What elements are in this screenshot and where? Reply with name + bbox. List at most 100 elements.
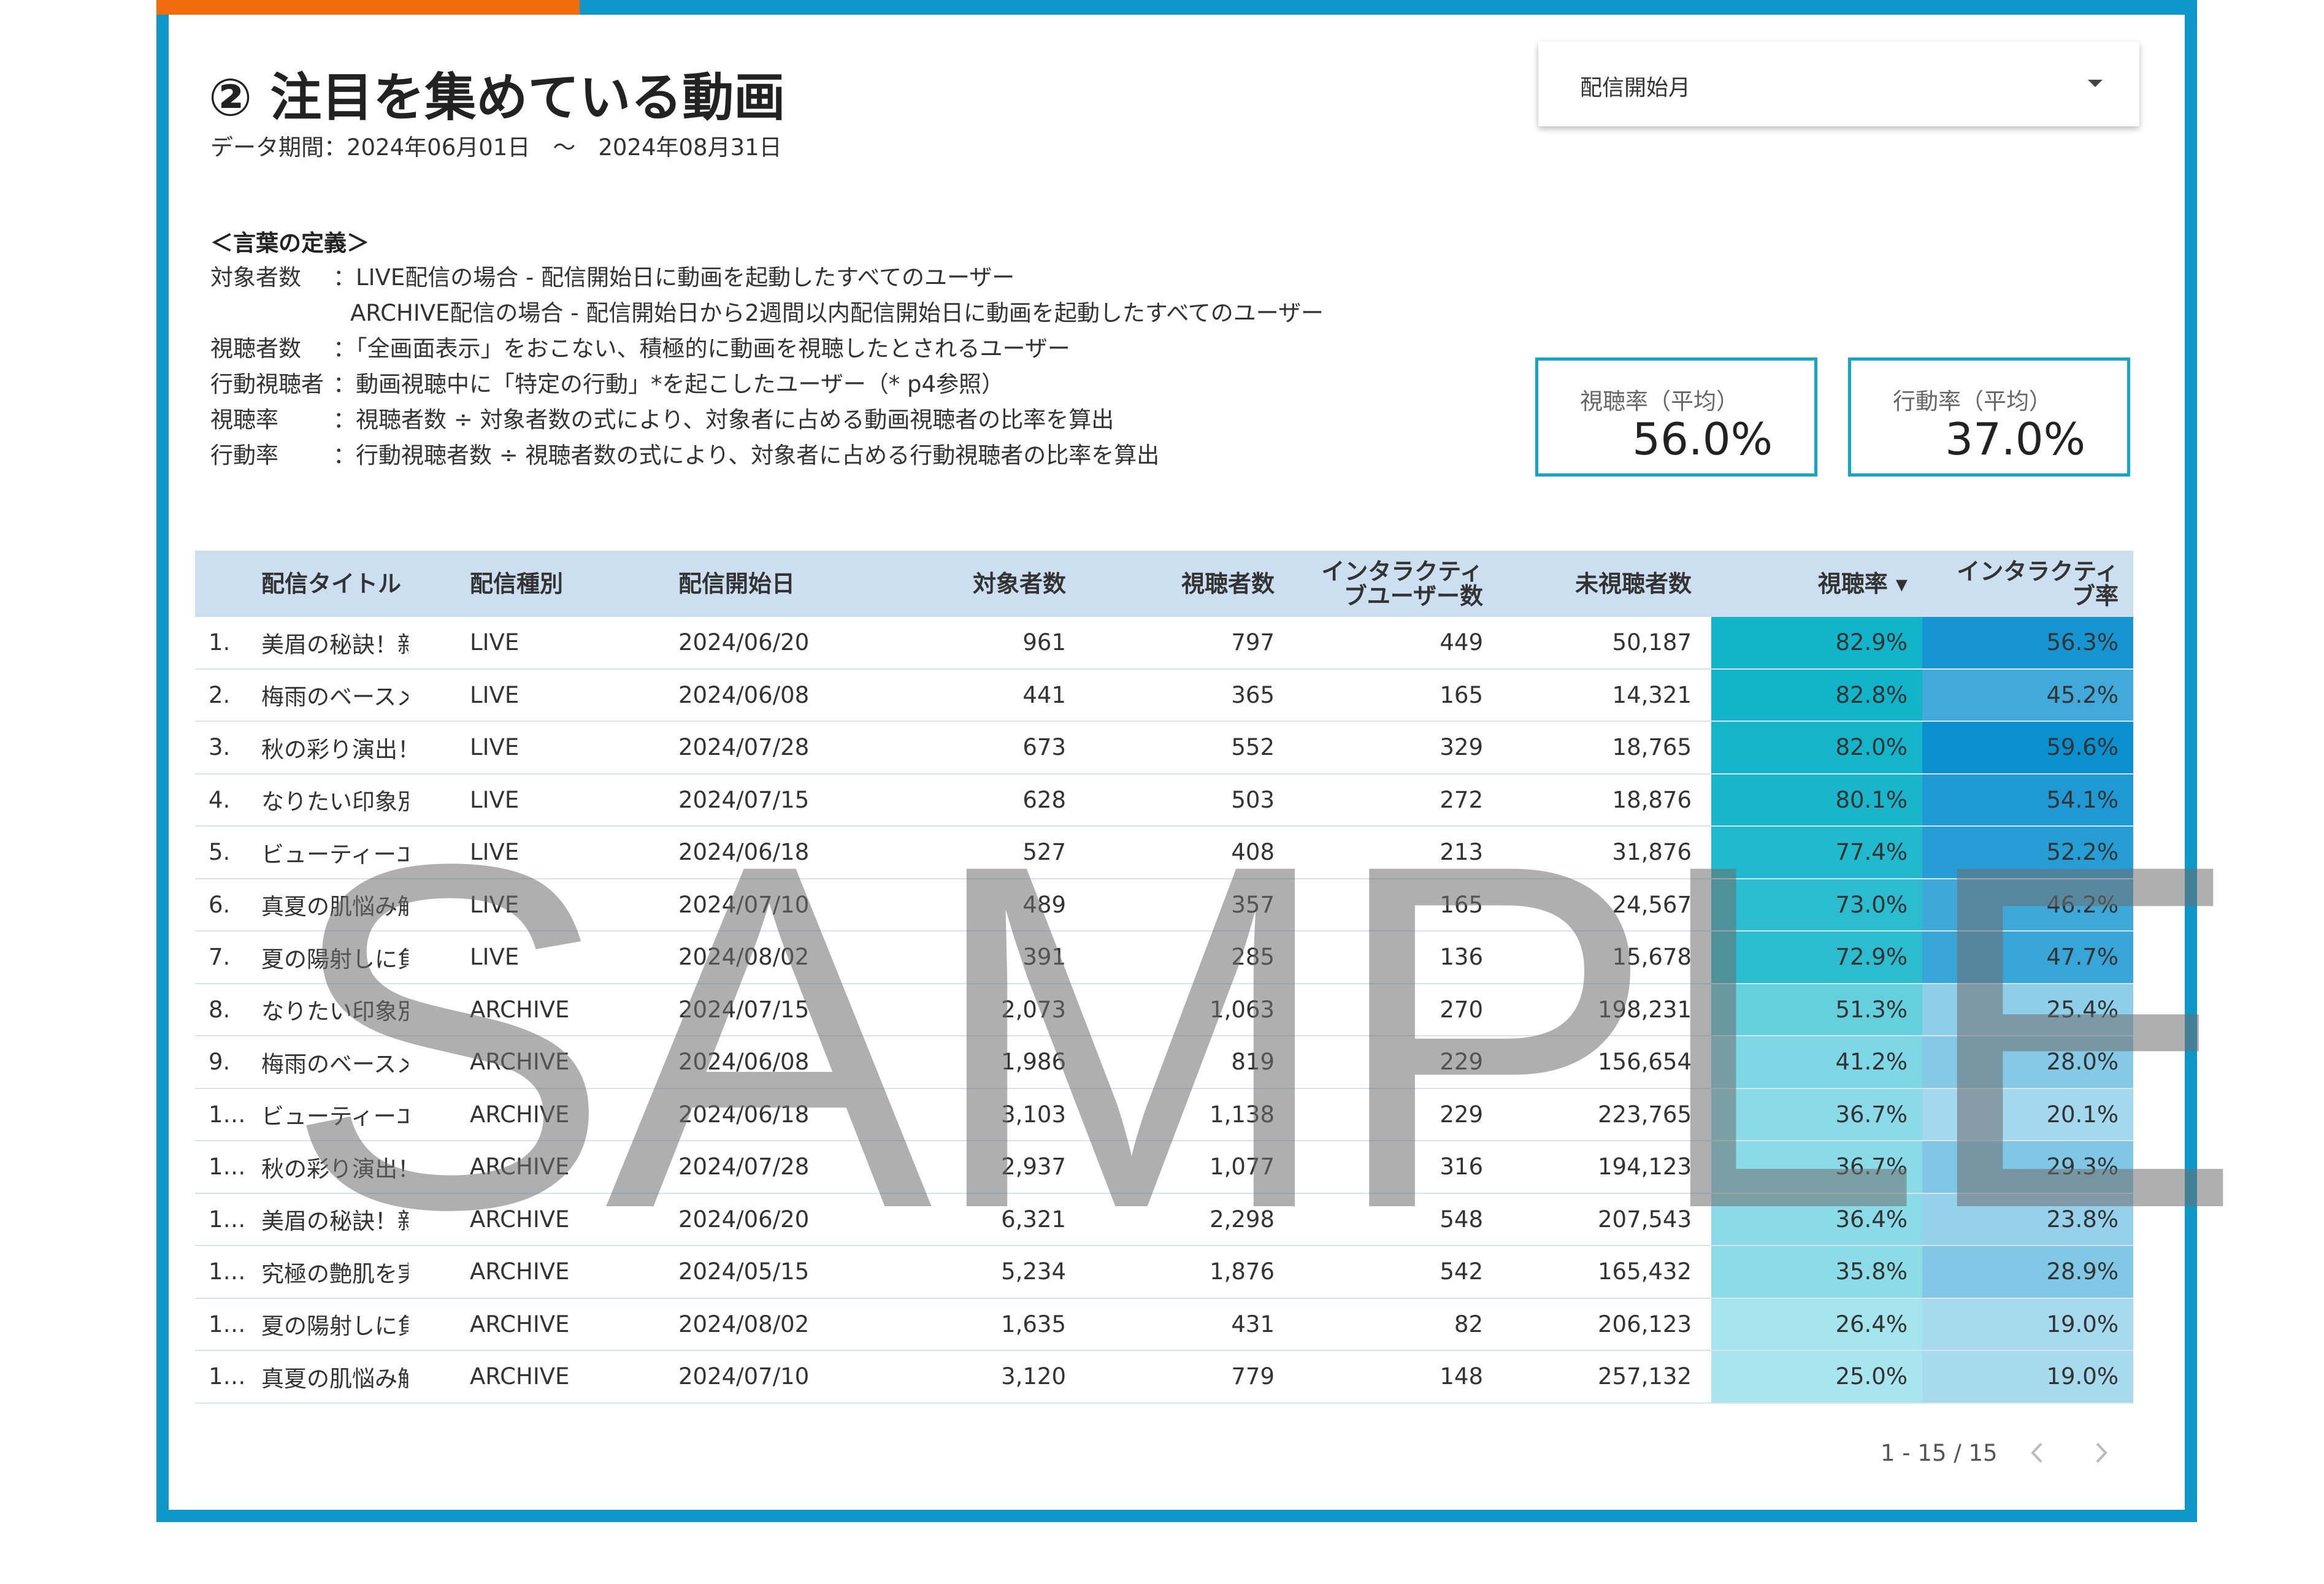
cell-type: ARCHIVE <box>470 1310 570 1337</box>
cell-interactive: 229 <box>1440 1049 1483 1076</box>
cell-title: ビューティーエ… <box>261 1103 408 1130</box>
row-index: 6. <box>209 891 231 918</box>
table-row[interactable]: 4. なりたい印象別… LIVE 2024/07/15 628 503 272 18,876 8… <box>195 774 2133 827</box>
chevron-right-icon <box>2096 1442 2107 1463</box>
row-index: 8. <box>209 996 231 1023</box>
cell-date: 2024/08/02 <box>678 1310 810 1337</box>
header-col-interactive[interactable]: インタラクティ ブユーザー数 <box>1281 551 1483 617</box>
table-row[interactable]: 8. なりたい印象別… ARCHIVE 2024/07/15 2,073 1,063 270… <box>195 984 2133 1036</box>
kpi-label: 行動率（平均） <box>1893 388 2052 415</box>
cell-interactive: 148 <box>1440 1363 1483 1390</box>
accent-bar <box>156 0 580 15</box>
cell-title: 真夏の肌悩み解… <box>261 1365 408 1392</box>
header-col-viewers[interactable]: 視聴者数 <box>1072 551 1275 617</box>
kpi-label: 視聴率（平均） <box>1580 388 1739 415</box>
header-col-unviewed[interactable]: 未視聴者数 <box>1489 551 1692 617</box>
cell-date: 2024/07/10 <box>678 1363 810 1390</box>
table-row[interactable]: 1… 夏の陽射しに負… ARCHIVE 2024/08/02 1,635 431 82 206… <box>195 1298 2133 1351</box>
table-row[interactable]: 1… 美眉の秘訣！新… ARCHIVE 2024/06/20 6,321 2,298 548… <box>195 1193 2133 1246</box>
cell-interactive: 316 <box>1440 1154 1483 1180</box>
prev-page-button[interactable] <box>2024 1437 2051 1468</box>
start-month-filter-dropdown[interactable]: 配信開始月 <box>1538 42 2139 126</box>
row-index: 1… <box>209 1154 246 1180</box>
cell-viewers: 1,063 <box>1210 996 1275 1023</box>
cell-unviewed: 50,187 <box>1612 629 1692 656</box>
cell-interactive: 329 <box>1440 734 1483 761</box>
cell-interactive-rate: 45.2% <box>1922 669 2133 721</box>
cell-viewers: 1,138 <box>1210 1101 1275 1128</box>
cell-date: 2024/07/15 <box>678 996 810 1023</box>
caret-down-icon <box>2088 80 2103 87</box>
dropdown-label: 配信開始月 <box>1580 75 1691 101</box>
cell-interactive: 136 <box>1440 944 1483 971</box>
table-row[interactable]: 6. 真夏の肌悩み解… LIVE 2024/07/10 489 357 165 24,567 7… <box>195 879 2133 932</box>
cell-title: 梅雨のベースメ… <box>261 1050 408 1077</box>
cell-interactive-rate: 28.0% <box>1922 1036 2133 1088</box>
definition-term: 対象者数 <box>210 264 301 291</box>
cell-title: 秋の彩り演出！… <box>261 1155 408 1182</box>
cell-interactive-rate: 54.1% <box>1922 774 2133 825</box>
cell-view-rate: 25.0% <box>1711 1351 1922 1402</box>
cell-interactive: 82 <box>1454 1310 1483 1337</box>
cell-date: 2024/07/28 <box>678 734 810 761</box>
cell-viewers: 2,298 <box>1210 1206 1275 1233</box>
definition-term: 行動率 <box>210 442 278 469</box>
cell-interactive-rate: 47.7% <box>1922 932 2133 983</box>
cell-interactive-rate: 52.2% <box>1922 827 2133 878</box>
table-row[interactable]: 5. ビューティーエ… LIVE 2024/06/18 527 408 213 31,876 7… <box>195 827 2133 879</box>
table-row[interactable]: 1… 究極の艶肌を実… ARCHIVE 2024/05/15 5,234 1,876 542… <box>195 1246 2133 1299</box>
cell-interactive: 542 <box>1440 1258 1483 1285</box>
kpi-view-rate-card: 視聴率（平均） 56.0% <box>1535 358 1817 476</box>
row-index: 1… <box>209 1206 246 1233</box>
cell-viewers: 503 <box>1231 786 1275 813</box>
cell-title: 美眉の秘訣！新… <box>261 1208 408 1235</box>
cell-viewers: 819 <box>1231 1049 1275 1076</box>
cell-target: 5,234 <box>1001 1258 1066 1285</box>
cell-date: 2024/06/18 <box>678 1101 810 1128</box>
header-col-view-rate[interactable]: 視聴率 ▾ <box>1711 551 1922 617</box>
header-col-type[interactable]: 配信種別 <box>470 551 617 617</box>
row-index: 4. <box>209 786 231 813</box>
table-row[interactable]: 1… 秋の彩り演出！… ARCHIVE 2024/07/28 2,937 1,077 316… <box>195 1141 2133 1194</box>
cell-date: 2024/06/20 <box>678 1206 810 1233</box>
header-col-interactive-rate[interactable]: インタラクティ ブ率 <box>1922 551 2133 617</box>
pagination-text: 1 - 15 / 15 <box>1881 1440 1998 1466</box>
cell-target: 391 <box>1022 944 1066 971</box>
cell-viewers: 431 <box>1231 1310 1275 1337</box>
row-index: 1… <box>209 1258 246 1285</box>
definition-text: ：「全画面表示」をおこない、積極的に動画を視聴したとされるユーザー <box>333 335 1070 362</box>
cell-type: ARCHIVE <box>470 996 570 1023</box>
cell-view-rate: 80.1% <box>1711 774 1922 825</box>
cell-title: なりたい印象別… <box>261 789 408 816</box>
cell-target: 1,635 <box>1001 1310 1066 1337</box>
row-index: 3. <box>209 734 231 761</box>
header-col-target[interactable]: 対象者数 <box>862 551 1066 617</box>
cell-type: ARCHIVE <box>470 1101 570 1128</box>
header-col-title[interactable]: 配信タイトル <box>261 551 408 617</box>
header-col-date[interactable]: 配信開始日 <box>678 551 862 617</box>
table-row[interactable]: 9. 梅雨のベースメ… ARCHIVE 2024/06/08 1,986 819 229 15… <box>195 1036 2133 1089</box>
cell-title: 夏の陽射しに負… <box>261 1313 408 1340</box>
table-row[interactable]: 3. 秋の彩り演出！… LIVE 2024/07/28 673 552 329 18,765 8… <box>195 722 2133 775</box>
cell-unviewed: 31,876 <box>1612 839 1692 866</box>
cell-interactive: 165 <box>1440 891 1483 918</box>
row-index: 1… <box>209 1310 246 1337</box>
cell-date: 2024/06/18 <box>678 839 810 866</box>
cell-date: 2024/06/08 <box>678 681 810 708</box>
cell-date: 2024/06/20 <box>678 629 810 656</box>
cell-interactive: 165 <box>1440 681 1483 708</box>
kpi-action-rate-card: 行動率（平均） 37.0% <box>1848 358 2130 476</box>
table-row[interactable]: 1… 真夏の肌悩み解… ARCHIVE 2024/07/10 3,120 779 148 25… <box>195 1351 2133 1404</box>
table-row[interactable]: 2. 梅雨のベースメ… LIVE 2024/06/08 441 365 165 14,321 8… <box>195 669 2133 722</box>
cell-view-rate: 35.8% <box>1711 1246 1922 1298</box>
cell-title: ビューティーエ… <box>261 841 408 868</box>
table-row[interactable]: 7. 夏の陽射しに負… LIVE 2024/08/02 391 285 136 15,678 7… <box>195 932 2133 984</box>
definition-text: ：視聴者数 ÷ 対象者数の式により、対象者に占める動画視聴者の比率を算出 <box>333 407 1114 433</box>
table-row[interactable]: 1… ビューティーエ… ARCHIVE 2024/06/18 3,103 1,138 229… <box>195 1089 2133 1141</box>
row-index: 2. <box>209 681 231 708</box>
next-page-button[interactable] <box>2087 1437 2114 1468</box>
definition-term: 視聴率 <box>210 407 278 433</box>
table-row[interactable]: 1. 美眉の秘訣！新… LIVE 2024/06/20 961 797 449 50,187 8… <box>195 617 2133 670</box>
cell-unviewed: 24,567 <box>1612 891 1692 918</box>
definition-term: 行動視聴者 <box>210 371 324 397</box>
